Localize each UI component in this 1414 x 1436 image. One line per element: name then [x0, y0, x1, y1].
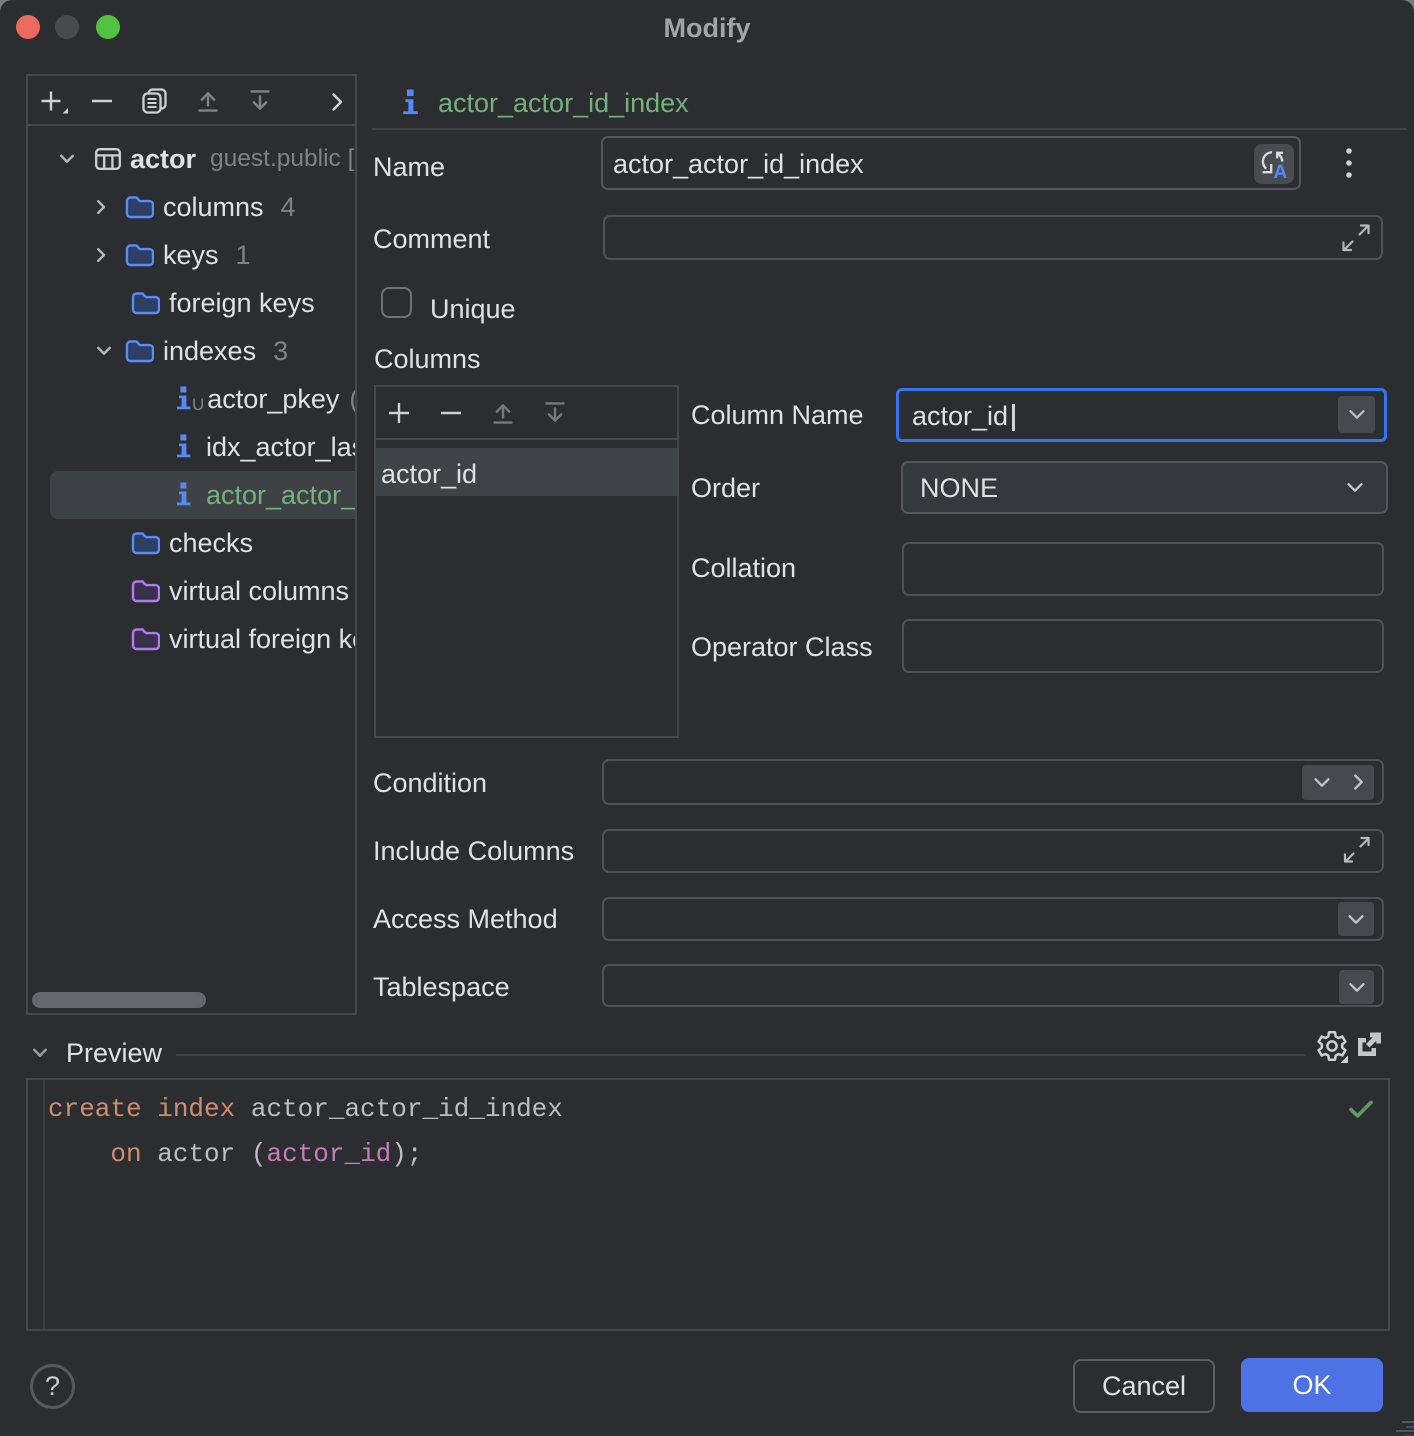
svg-text:A: A	[1274, 162, 1288, 179]
